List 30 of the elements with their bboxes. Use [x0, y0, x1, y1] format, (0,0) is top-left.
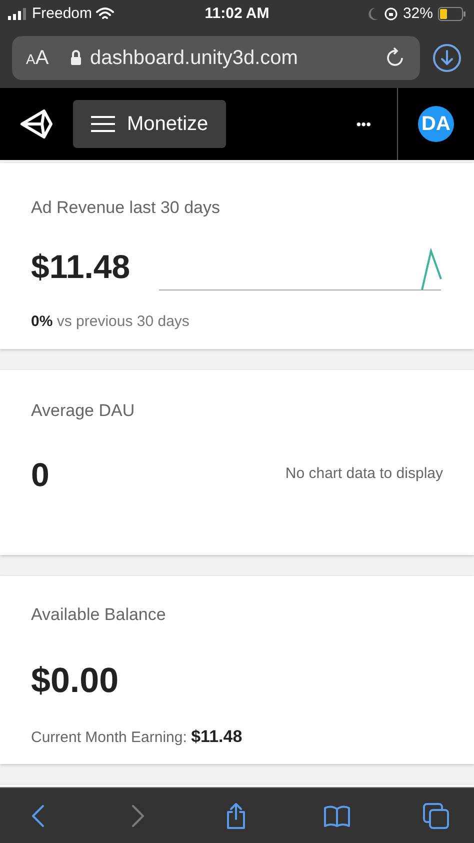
more-button[interactable]: •••: [356, 114, 371, 134]
menu-button[interactable]: Monetize: [73, 100, 226, 148]
balance-value: $0.00: [31, 663, 120, 698]
card-title: Available Balance: [31, 604, 167, 626]
moon-icon: [366, 7, 379, 21]
change-text: 0% vs previous 30 days: [31, 312, 190, 332]
url-text: dashboard.unity3d.com: [90, 46, 299, 71]
card-title: Ad Revenue last 30 days: [31, 197, 222, 219]
back-icon: [32, 804, 44, 826]
battery-icon: [438, 7, 466, 21]
empty-chart-note: No chart data to display: [285, 464, 443, 484]
address-bar[interactable]: AA dashboard.unity3d.com: [12, 36, 420, 80]
card-title: Average DAU: [31, 400, 136, 422]
carrier-name: Freedom: [32, 4, 92, 24]
signal-icon: [8, 8, 28, 20]
battery-percent: 32%: [402, 4, 433, 24]
earning-text: Current Month Earning: $11.48: [31, 726, 244, 748]
tabs-icon: [422, 802, 450, 830]
forward-icon: [132, 804, 144, 826]
dau-value: 0: [31, 458, 50, 490]
unity-logo[interactable]: [20, 108, 54, 140]
clock: 11:02 AM: [204, 4, 270, 24]
download-icon[interactable]: [432, 43, 462, 73]
revenue-value: $11.48: [31, 250, 132, 282]
reload-icon[interactable]: [384, 47, 406, 69]
lock-icon: [70, 50, 82, 66]
rotation-lock-icon: [384, 7, 398, 21]
menu-icon: [91, 116, 115, 132]
wifi-icon: [96, 7, 114, 21]
text-size-button[interactable]: AA: [26, 43, 66, 73]
